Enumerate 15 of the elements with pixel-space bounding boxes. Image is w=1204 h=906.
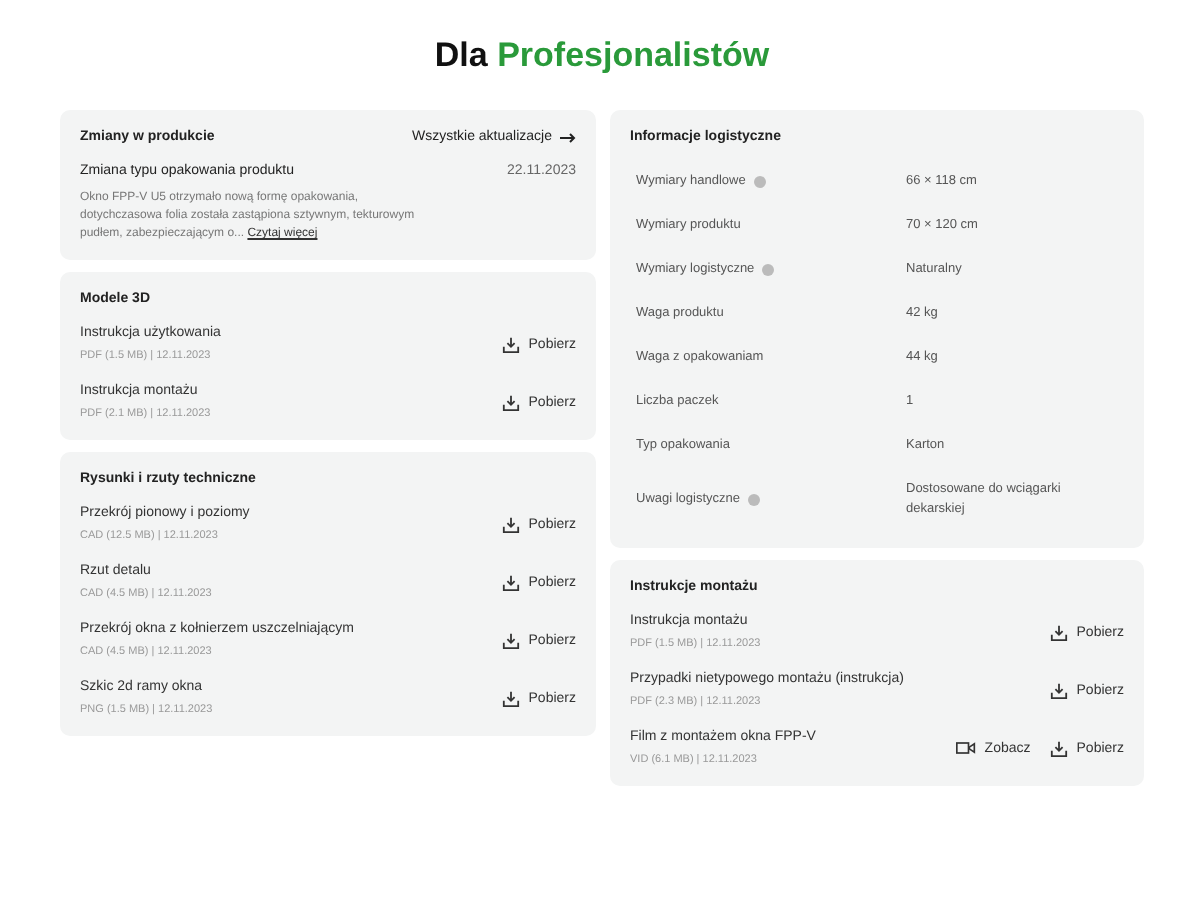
info-icon[interactable]	[753, 176, 766, 188]
page-heading: Dla Profesjonalistów	[432, 36, 772, 76]
download-icon	[502, 515, 521, 533]
arrow-right-icon	[560, 131, 576, 143]
download-icon	[502, 631, 521, 649]
download-icon	[502, 335, 521, 353]
download-icon	[502, 689, 521, 707]
download-icon	[1050, 739, 1069, 757]
download-icon	[502, 393, 521, 411]
download-icon	[1050, 623, 1069, 641]
info-icon[interactable]	[748, 494, 761, 506]
video-camera-icon	[956, 740, 977, 756]
download-icon	[502, 573, 521, 591]
download-icon	[1050, 681, 1069, 699]
info-icon[interactable]	[762, 264, 775, 276]
